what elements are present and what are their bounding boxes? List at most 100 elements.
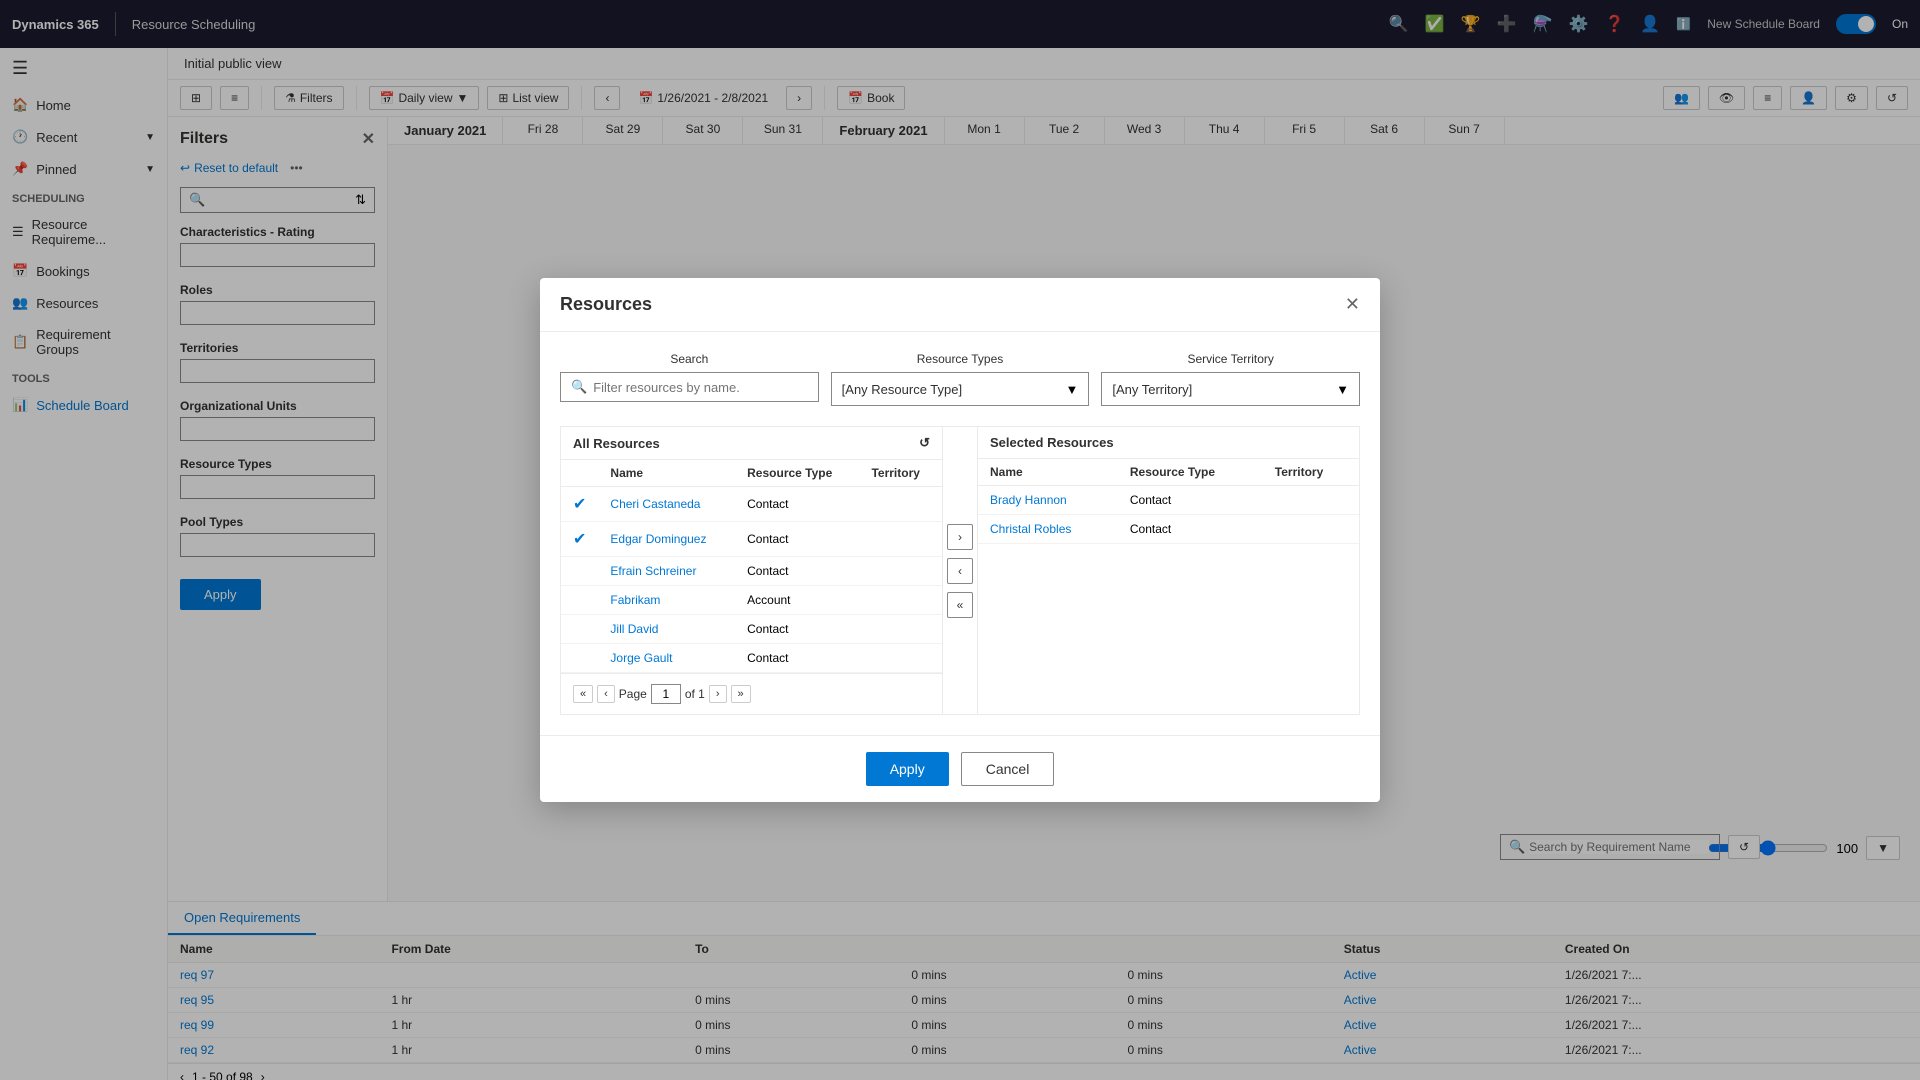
resource-name-cell: Edgar Dominguez bbox=[598, 522, 735, 557]
modal-apply-button[interactable]: Apply bbox=[866, 752, 949, 786]
resource-territory-cell bbox=[859, 586, 942, 615]
resource-type-cell: Contact bbox=[735, 644, 859, 673]
resource-types-col: Resource Types [Any Resource Type] ▼ bbox=[831, 352, 1090, 406]
resource-territory-cell bbox=[859, 487, 942, 522]
chevron-down-resource-types: ▼ bbox=[1065, 382, 1078, 397]
resource-picker: All Resources ↺ Name Resource Type Terri… bbox=[560, 426, 1360, 715]
sel-resource-name-link[interactable]: Brady Hannon bbox=[990, 493, 1067, 507]
list-item[interactable]: Efrain Schreiner Contact bbox=[561, 557, 942, 586]
resource-name-cell: Efrain Schreiner bbox=[598, 557, 735, 586]
modal-search-row: Search 🔍 Resource Types [Any Resource Ty… bbox=[560, 352, 1360, 406]
resource-territory-cell bbox=[859, 522, 942, 557]
selected-resources-table: Name Resource Type Territory Brady Hanno… bbox=[978, 459, 1359, 544]
refresh-icon-resources[interactable]: ↺ bbox=[919, 435, 930, 451]
sel-resource-territory-cell bbox=[1263, 515, 1359, 544]
checked-icon: ✔ bbox=[573, 496, 586, 513]
chevron-down-territory: ▼ bbox=[1336, 382, 1349, 397]
page-input[interactable] bbox=[651, 684, 681, 704]
modal-close-button[interactable]: ✕ bbox=[1345, 294, 1360, 315]
sel-resource-name-cell: Brady Hannon bbox=[978, 486, 1118, 515]
resource-name-link[interactable]: Efrain Schreiner bbox=[610, 564, 696, 578]
list-item: Christal Robles Contact bbox=[978, 515, 1359, 544]
list-item[interactable]: Jill David Contact bbox=[561, 615, 942, 644]
move-all-left-btn[interactable]: « bbox=[947, 592, 973, 618]
page-total: of 1 bbox=[685, 687, 705, 701]
first-page-btn[interactable]: « bbox=[573, 685, 593, 703]
resource-name-link[interactable]: Edgar Dominguez bbox=[610, 532, 706, 546]
last-page-btn[interactable]: » bbox=[731, 685, 751, 703]
selected-resources-header: Selected Resources bbox=[978, 427, 1359, 459]
resource-type-cell: Contact bbox=[735, 522, 859, 557]
move-left-btn[interactable]: ‹ bbox=[947, 558, 973, 584]
resource-type-cell: Contact bbox=[735, 615, 859, 644]
resource-types-value: [Any Resource Type] bbox=[842, 382, 962, 397]
list-item[interactable]: ✔ Cheri Castaneda Contact bbox=[561, 487, 942, 522]
check-cell bbox=[561, 615, 598, 644]
check-cell: ✔ bbox=[561, 487, 598, 522]
all-resources-label: All Resources bbox=[573, 436, 660, 451]
selected-resources-col: Selected Resources Name Resource Type Te… bbox=[978, 427, 1359, 714]
modal-footer: Apply Cancel bbox=[540, 735, 1380, 802]
service-territory-label: Service Territory bbox=[1101, 352, 1360, 366]
list-item[interactable]: Fabrikam Account bbox=[561, 586, 942, 615]
sel-resource-name-cell: Christal Robles bbox=[978, 515, 1118, 544]
all-resources-pagination: « ‹ Page of 1 › » bbox=[561, 673, 942, 714]
transfer-col: › ‹ « bbox=[942, 427, 978, 714]
resource-type-cell: Contact bbox=[735, 487, 859, 522]
service-territory-value: [Any Territory] bbox=[1112, 382, 1192, 397]
resource-territory-cell bbox=[859, 644, 942, 673]
service-territory-dropdown[interactable]: [Any Territory] ▼ bbox=[1101, 372, 1360, 406]
resource-type-cell: Account bbox=[735, 586, 859, 615]
list-item[interactable]: ✔ Edgar Dominguez Contact bbox=[561, 522, 942, 557]
modal-cancel-button[interactable]: Cancel bbox=[961, 752, 1055, 786]
sel-name-col-header: Name bbox=[978, 459, 1118, 486]
list-item: Brady Hannon Contact bbox=[978, 486, 1359, 515]
resource-name-cell: Jill David bbox=[598, 615, 735, 644]
resource-name-cell: Jorge Gault bbox=[598, 644, 735, 673]
resource-name-link[interactable]: Fabrikam bbox=[610, 593, 660, 607]
page-label: Page bbox=[619, 687, 647, 701]
check-cell bbox=[561, 644, 598, 673]
prev-page-btn[interactable]: ‹ bbox=[597, 685, 615, 703]
modal-search-input-box: 🔍 bbox=[560, 372, 819, 402]
check-col-header bbox=[561, 460, 598, 487]
all-resources-col: All Resources ↺ Name Resource Type Terri… bbox=[561, 427, 942, 714]
next-page-btn[interactable]: › bbox=[709, 685, 727, 703]
sel-resource-type-cell: Contact bbox=[1118, 486, 1263, 515]
check-cell bbox=[561, 586, 598, 615]
check-cell bbox=[561, 557, 598, 586]
search-icon-modal: 🔍 bbox=[571, 379, 587, 395]
modal-search-input[interactable] bbox=[593, 380, 807, 395]
checked-icon: ✔ bbox=[573, 531, 586, 548]
modal-header: Resources ✕ bbox=[540, 278, 1380, 332]
modal-search-col: Search 🔍 bbox=[560, 352, 819, 406]
type-col-header: Resource Type bbox=[735, 460, 859, 487]
modal-title: Resources bbox=[560, 294, 652, 315]
all-resources-header: All Resources ↺ bbox=[561, 427, 942, 460]
search-label: Search bbox=[560, 352, 819, 366]
service-territory-col: Service Territory [Any Territory] ▼ bbox=[1101, 352, 1360, 406]
sel-type-col-header: Resource Type bbox=[1118, 459, 1263, 486]
resource-types-dropdown[interactable]: [Any Resource Type] ▼ bbox=[831, 372, 1090, 406]
resource-name-link[interactable]: Jorge Gault bbox=[610, 651, 672, 665]
resource-type-cell: Contact bbox=[735, 557, 859, 586]
modal-body: Search 🔍 Resource Types [Any Resource Ty… bbox=[540, 332, 1380, 735]
all-resources-table: Name Resource Type Territory ✔ Cheri Cas… bbox=[561, 460, 942, 673]
sel-territory-col-header: Territory bbox=[1263, 459, 1359, 486]
list-item[interactable]: Jorge Gault Contact bbox=[561, 644, 942, 673]
sel-resource-name-link[interactable]: Christal Robles bbox=[990, 522, 1071, 536]
resource-name-cell: Fabrikam bbox=[598, 586, 735, 615]
sel-resource-type-cell: Contact bbox=[1118, 515, 1263, 544]
sel-resource-territory-cell bbox=[1263, 486, 1359, 515]
check-cell: ✔ bbox=[561, 522, 598, 557]
resource-name-cell: Cheri Castaneda bbox=[598, 487, 735, 522]
selected-resources-label: Selected Resources bbox=[990, 435, 1114, 450]
resource-types-label: Resource Types bbox=[831, 352, 1090, 366]
move-right-btn[interactable]: › bbox=[947, 524, 973, 550]
name-col-header: Name bbox=[598, 460, 735, 487]
resource-name-link[interactable]: Cheri Castaneda bbox=[610, 497, 700, 511]
resources-modal: Resources ✕ Search 🔍 Resource Types [Any… bbox=[540, 278, 1380, 802]
resource-name-link[interactable]: Jill David bbox=[610, 622, 658, 636]
territory-col-header: Territory bbox=[859, 460, 942, 487]
resource-territory-cell bbox=[859, 557, 942, 586]
